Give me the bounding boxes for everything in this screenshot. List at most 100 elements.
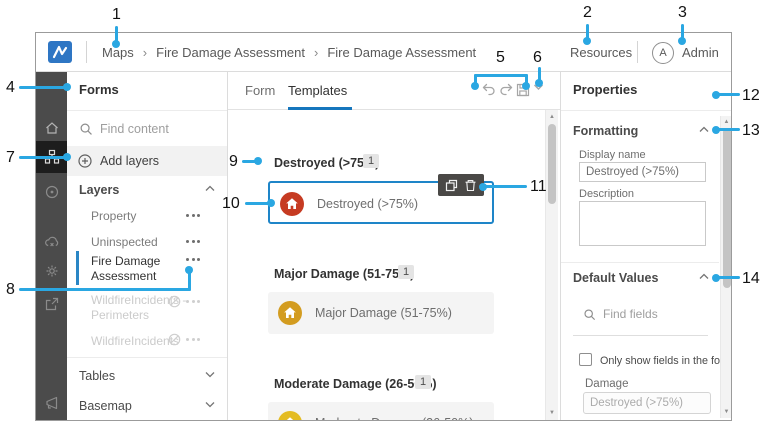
layer-overflow-menu[interactable] (186, 214, 200, 217)
header-divider (637, 41, 638, 63)
chevron-right-icon: › (143, 45, 147, 60)
callout-12-label: 12 (742, 87, 760, 105)
offline-icon[interactable] (36, 227, 67, 257)
display-name-label: Display name (579, 149, 646, 161)
scrollbar[interactable]: ▲ ▼ (720, 116, 732, 418)
scrollbar-thumb[interactable] (548, 124, 556, 204)
callout-1-dot (112, 40, 120, 48)
template-card-major-damage[interactable]: Major Damage (51-75%) (268, 292, 494, 334)
template-count-badge: 1 (363, 154, 379, 168)
callout-10-label: 10 (222, 195, 240, 213)
callout-2-dot (583, 37, 591, 45)
callout-4-dot (63, 83, 71, 91)
tab-form[interactable]: Form (245, 72, 275, 110)
duplicate-icon[interactable] (445, 179, 458, 192)
display-name-input[interactable] (579, 162, 706, 182)
sharing-icon[interactable] (36, 289, 67, 319)
callout-7-line (19, 156, 67, 159)
settings-icon[interactable] (36, 256, 67, 286)
home-icon[interactable] (36, 113, 67, 143)
divider (561, 110, 732, 111)
callout-5-dot (471, 82, 479, 90)
feedback-icon[interactable] (36, 388, 67, 418)
callout-8-dot (185, 266, 193, 274)
scroll-up-icon[interactable]: ▲ (546, 112, 558, 122)
scrollbar[interactable]: ▲ ▼ (545, 110, 558, 420)
header-divider (86, 41, 87, 63)
callout-8-line (188, 271, 191, 291)
callout-12-dot (712, 91, 720, 99)
geofence-icon[interactable] (36, 177, 67, 207)
chevron-up-icon[interactable] (699, 126, 709, 133)
scroll-down-icon[interactable]: ▼ (721, 407, 732, 417)
breadcrumb-map-name[interactable]: Fire Damage Assessment (156, 45, 305, 60)
avatar[interactable]: A (652, 42, 674, 64)
scrollbar-thumb[interactable] (723, 128, 731, 288)
layer-item-property[interactable]: Property (91, 209, 187, 224)
redo-icon[interactable] (499, 83, 515, 99)
plus-circle-icon (78, 154, 92, 168)
callout-14-label: 14 (742, 270, 760, 288)
basemap-section-header[interactable]: Basemap (79, 399, 132, 413)
breadcrumb: Maps › Fire Damage Assessment › Fire Dam… (102, 33, 476, 72)
damage-field-label: Damage (585, 378, 628, 390)
forms-panel: Forms Add layers Layers Property Uninspe… (67, 72, 228, 420)
tables-section-header[interactable]: Tables (79, 369, 115, 383)
callout-6-label: 6 (533, 49, 542, 67)
find-content-input[interactable] (100, 122, 215, 136)
only-show-fields-label: Only show fields in the form (600, 355, 732, 367)
layers-section-header[interactable]: Layers (79, 183, 119, 197)
formatting-section-header[interactable]: Formatting (573, 124, 638, 138)
layer-item-uninspected[interactable]: Uninspected (91, 235, 187, 250)
divider (573, 335, 708, 336)
card-action-toolbar (438, 174, 484, 196)
search-icon (583, 308, 597, 322)
damage-field-value[interactable] (583, 392, 711, 414)
callout-3-label: 3 (678, 4, 687, 22)
expand-icon[interactable] (36, 417, 67, 421)
undo-icon[interactable] (482, 83, 498, 99)
chevron-up-icon[interactable] (205, 185, 215, 192)
resources-link[interactable]: Resources (570, 33, 632, 72)
callout-8-label: 8 (6, 281, 15, 299)
chevron-down-icon[interactable] (205, 371, 215, 378)
user-menu[interactable]: Admin (682, 33, 719, 72)
esri-logo[interactable] (48, 41, 72, 63)
delete-icon[interactable] (464, 179, 477, 192)
divider (561, 262, 719, 263)
default-values-section-header[interactable]: Default Values (573, 271, 658, 285)
tab-templates[interactable]: Templates (288, 72, 347, 110)
scroll-up-icon[interactable]: ▲ (721, 117, 732, 127)
description-textarea[interactable] (579, 201, 706, 246)
moderate-damage-symbol-icon (278, 411, 302, 421)
tab-bar: Form Templates (228, 72, 560, 110)
chevron-right-icon: › (314, 45, 318, 60)
divider (67, 110, 227, 111)
layer-overflow-menu[interactable] (186, 300, 200, 303)
callout-3-dot (678, 37, 686, 45)
search-icon (79, 122, 94, 137)
major-damage-symbol-icon (278, 301, 302, 325)
properties-panel: Properties Formatting Display name Descr… (560, 72, 732, 420)
templates-panel: Form Templates Destroyed (>75%) 1 (228, 72, 560, 420)
chevron-up-icon[interactable] (699, 273, 709, 280)
only-show-fields-checkbox[interactable] (579, 353, 592, 366)
callout-9-label: 9 (229, 153, 238, 171)
callout-7-label: 7 (6, 149, 15, 167)
layer-item-fire-damage-assessment[interactable]: Fire Damage Assessment (91, 254, 187, 284)
callout-5-dot (522, 82, 530, 90)
layer-overflow-menu[interactable] (186, 240, 200, 243)
properties-panel-title: Properties (573, 82, 637, 97)
scroll-down-icon[interactable]: ▼ (546, 408, 558, 418)
chevron-down-icon[interactable] (205, 401, 215, 408)
template-card-moderate-damage[interactable]: Moderate Damage (26-50%) (268, 402, 494, 421)
callout-10-dot (267, 199, 275, 207)
active-tab-indicator (288, 107, 352, 110)
layer-overflow-menu[interactable] (186, 338, 200, 341)
add-layers-button[interactable]: Add layers (67, 146, 227, 176)
not-visible-icon (168, 333, 181, 346)
callout-13-label: 13 (742, 122, 760, 140)
callout-14-dot (712, 274, 720, 282)
layer-overflow-menu[interactable] (186, 258, 200, 261)
find-fields-input[interactable] (603, 307, 703, 321)
